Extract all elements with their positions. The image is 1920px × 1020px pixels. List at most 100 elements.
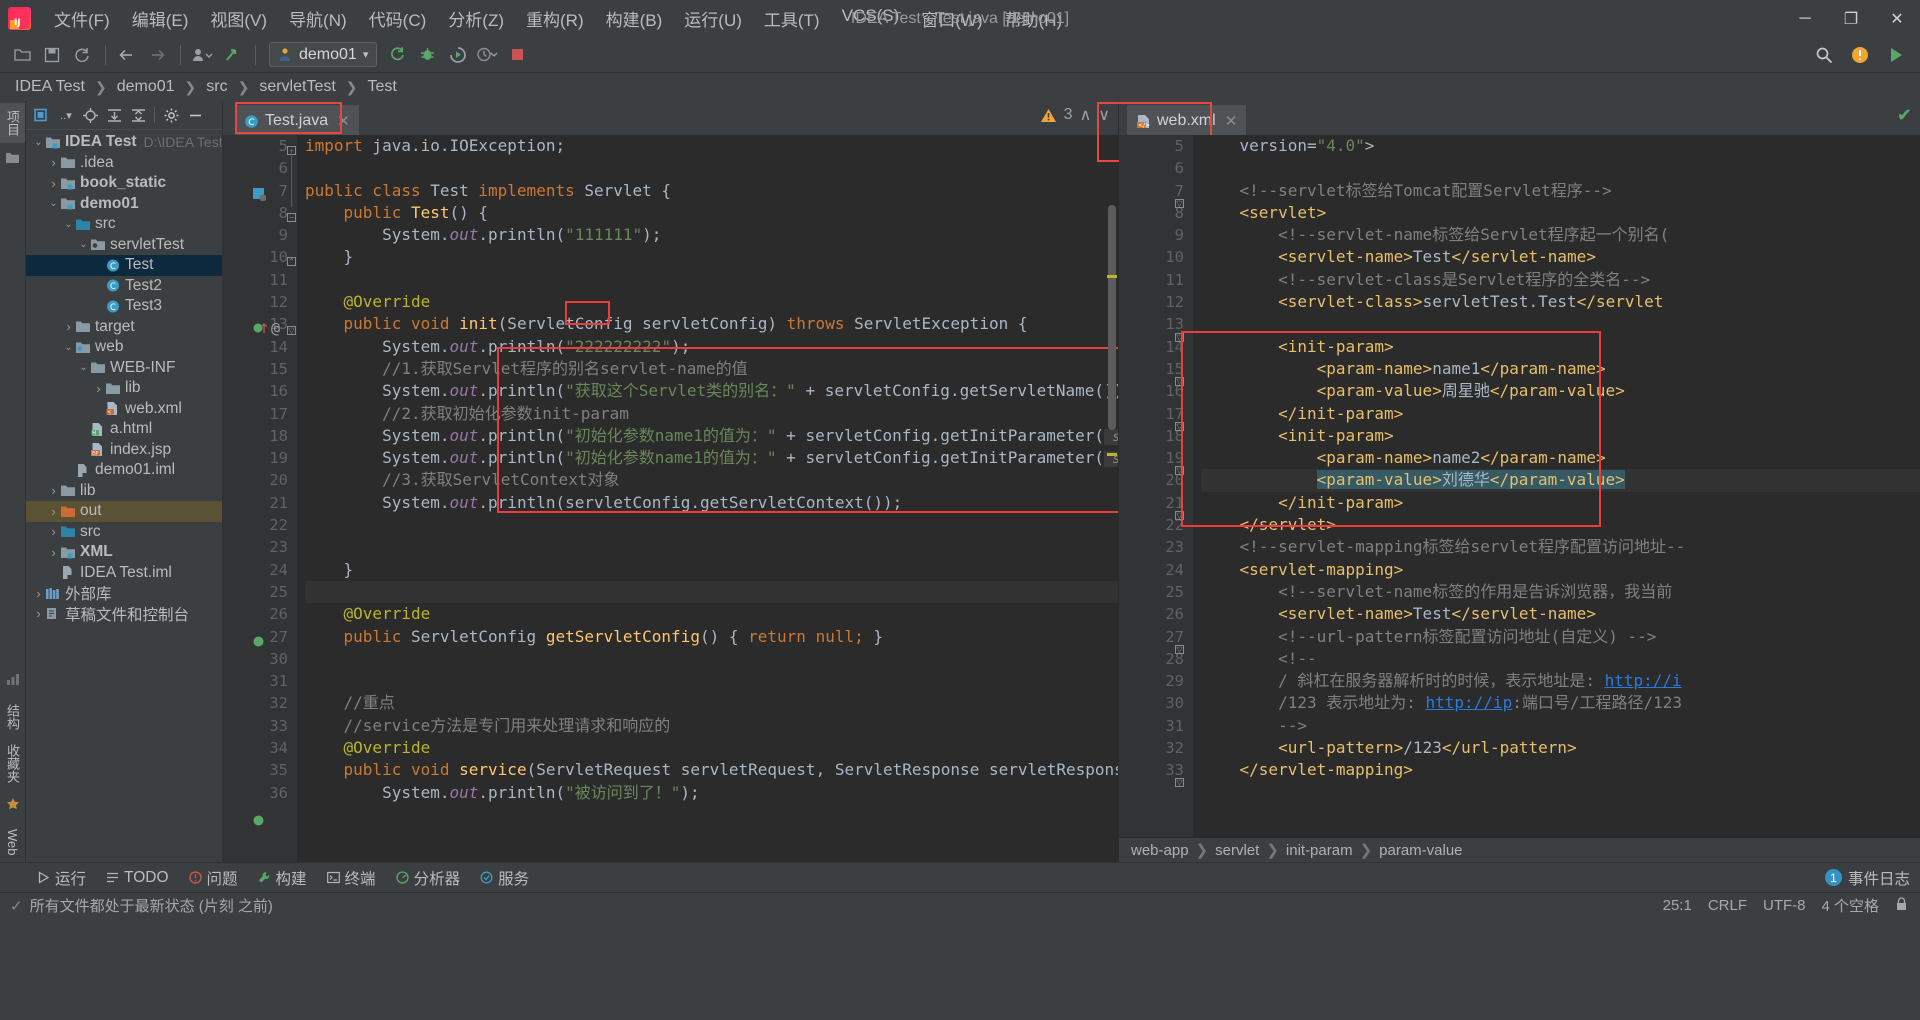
menu-item-3[interactable]: 导航(N) xyxy=(278,2,358,35)
tree-item----[interactable]: › 外部库 xyxy=(26,583,222,604)
tree-item-a-html[interactable]: Ha.html xyxy=(26,419,222,440)
tree-item-target[interactable]: › target xyxy=(26,317,222,338)
code-line[interactable]: <!--servlet标签给Tomcat配置Servlet程序--> xyxy=(1201,180,1920,202)
code-line[interactable]: System.out.println("222222222"); xyxy=(305,336,1118,358)
code-line[interactable] xyxy=(305,269,1118,291)
menu-item-4[interactable]: 代码(C) xyxy=(358,2,438,35)
override-method-marker[interactable] xyxy=(253,320,269,340)
code-line[interactable]: System.out.println("111111"); xyxy=(305,224,1118,246)
code-line[interactable]: System.out.println("被访问到了！"); xyxy=(305,782,1118,804)
xml-crumb-init-param[interactable]: init-param xyxy=(1286,842,1353,859)
sync-icon[interactable] xyxy=(68,42,96,68)
code-line[interactable]: System.out.println("获取这个Servlet类的别名：" + … xyxy=(305,380,1118,402)
open-folder-icon[interactable] xyxy=(8,42,36,68)
tree-item---------[interactable]: › 草稿文件和控制台 xyxy=(26,604,222,625)
xml-fold-marker-1[interactable]: ▽ xyxy=(1175,333,1184,342)
prev-problem-icon[interactable]: ∧ xyxy=(1080,105,1092,125)
structure-icon[interactable] xyxy=(6,671,20,691)
run-with-coverage-button[interactable] xyxy=(443,42,471,68)
chevron-down-icon[interactable]: ..▾ xyxy=(55,104,77,126)
profile-icon[interactable] xyxy=(188,42,216,68)
menu-item-0[interactable]: 文件(F) xyxy=(43,2,121,35)
sidebar-item-structure[interactable]: 结构 xyxy=(0,697,25,737)
code-line[interactable] xyxy=(305,514,1118,536)
menu-item-7[interactable]: 构建(B) xyxy=(595,2,674,35)
next-problem-icon[interactable]: ∨ xyxy=(1098,105,1110,125)
collapse-all-icon[interactable] xyxy=(127,104,149,126)
code-line[interactable] xyxy=(305,536,1118,558)
xml-crumb-servlet[interactable]: servlet xyxy=(1215,842,1259,859)
tool-window-运行[interactable]: 运行 xyxy=(28,864,95,892)
settings-gear-icon[interactable] xyxy=(160,104,182,126)
xml-crumb-web-app[interactable]: web-app xyxy=(1131,842,1189,859)
breadcrumb-item-3[interactable]: servletTest xyxy=(254,77,340,97)
menu-item-8[interactable]: 运行(U) xyxy=(673,2,753,35)
code-line[interactable]: <servlet-name>Test</servlet-name> xyxy=(1201,603,1920,625)
tool-window-问题[interactable]: 问题 xyxy=(180,864,247,892)
xml-fold-marker-0[interactable]: ▽ xyxy=(1175,199,1184,208)
tree-item--idea[interactable]: › .idea xyxy=(26,153,222,174)
run-button[interactable] xyxy=(383,42,411,68)
code-line[interactable]: <!--servlet-name标签给Servlet程序起一个别名( xyxy=(1201,224,1920,246)
xml-fold-marker-4[interactable]: ▽ xyxy=(1175,466,1184,475)
code-line[interactable]: System.out.println(servletConfig.getServ… xyxy=(305,492,1118,514)
tree-item-idea-test-iml[interactable]: IDEA Test.iml xyxy=(26,563,222,584)
maximize-button[interactable]: ❐ xyxy=(1828,0,1874,37)
chevron-down-icon[interactable]: ⌄ xyxy=(77,239,90,250)
tool-window-服务[interactable]: 服务 xyxy=(471,864,538,892)
close-button[interactable]: ✕ xyxy=(1874,0,1920,37)
locate-icon[interactable] xyxy=(79,104,101,126)
save-icon[interactable] xyxy=(38,42,66,68)
editor-scrollbar-java[interactable] xyxy=(1106,135,1118,862)
chevron-down-icon[interactable]: ⌄ xyxy=(77,362,90,373)
code-line[interactable]: System.out.println("初始化参数name1的值为：" + se… xyxy=(305,447,1118,469)
code-line[interactable]: <!-- xyxy=(1201,648,1920,670)
code-line[interactable]: public Test() { xyxy=(305,202,1118,224)
code-line[interactable]: @Override xyxy=(305,737,1118,759)
star-icon[interactable] xyxy=(6,796,20,816)
fold-marker-2[interactable]: ⌃ xyxy=(287,257,296,266)
xml-crumb-param-value[interactable]: param-value xyxy=(1379,842,1462,859)
fold-marker-1[interactable]: − xyxy=(287,213,296,222)
code-line[interactable]: <url-pattern>/123</url-pattern> xyxy=(1201,737,1920,759)
fold-marker-3[interactable]: ▽ xyxy=(287,326,296,335)
tool-window-构建[interactable]: 构建 xyxy=(249,864,316,892)
profile-run-button[interactable] xyxy=(473,42,501,68)
chevron-right-icon[interactable]: › xyxy=(47,504,60,519)
tree-item-demo01[interactable]: ⌄ demo01 xyxy=(26,194,222,215)
xml-fold-marker-2[interactable]: ▽ xyxy=(1175,377,1184,386)
code-line[interactable]: <servlet> xyxy=(1201,202,1920,224)
xml-fold-marker-5[interactable]: ▽ xyxy=(1175,511,1184,520)
tree-item-test3[interactable]: C Test3 xyxy=(26,296,222,317)
tree-item-idea-test[interactable]: ⌄ IDEA Test D:\IDEA Test xyxy=(26,132,222,153)
xml-fold-marker-7[interactable]: ▽ xyxy=(1175,778,1184,787)
tree-item-lib[interactable]: › lib xyxy=(26,481,222,502)
tree-item-demo01-iml[interactable]: demo01.iml xyxy=(26,460,222,481)
menu-item-9[interactable]: 工具(T) xyxy=(753,2,831,35)
code-line[interactable]: public void init(ServletConfig servletCo… xyxy=(305,313,1118,335)
code-line[interactable] xyxy=(1201,313,1920,335)
code-editor-java[interactable]: 5 6 7 8 9 10 11 12 13 14 15 16 17 18 19 20 21 22 23 24 25 26 2… xyxy=(223,135,1118,862)
tree-item-out[interactable]: › out xyxy=(26,501,222,522)
file-encoding[interactable]: UTF-8 xyxy=(1763,897,1806,914)
code-line[interactable]: <init-param> xyxy=(1201,425,1920,447)
code-line[interactable]: //重点 xyxy=(305,692,1118,714)
menu-item-5[interactable]: 分析(Z) xyxy=(437,2,515,35)
code-line[interactable]: <init-param> xyxy=(1201,336,1920,358)
menu-item-2[interactable]: 视图(V) xyxy=(199,2,278,35)
minimize-button[interactable]: ─ xyxy=(1782,0,1828,37)
chevron-down-icon[interactable]: ⌄ xyxy=(32,137,45,148)
code-line[interactable]: --> xyxy=(1201,715,1920,737)
code-line[interactable]: <param-name>name2</param-name> xyxy=(1201,447,1920,469)
tree-item-src[interactable]: ⌄ src xyxy=(26,214,222,235)
tree-item-test[interactable]: C Test xyxy=(26,255,222,276)
caret-position[interactable]: 25:1 xyxy=(1663,897,1692,914)
breadcrumb-item-0[interactable]: IDEA Test xyxy=(10,77,90,97)
close-icon[interactable]: ✕ xyxy=(337,112,350,130)
chevron-right-icon[interactable]: › xyxy=(47,483,60,498)
tree-item-test2[interactable]: C Test2 xyxy=(26,276,222,297)
code-line[interactable]: version="4.0"> xyxy=(1201,135,1920,157)
code-line[interactable] xyxy=(305,670,1118,692)
chevron-down-icon[interactable]: ⌄ xyxy=(62,219,75,230)
hide-icon[interactable] xyxy=(184,104,206,126)
